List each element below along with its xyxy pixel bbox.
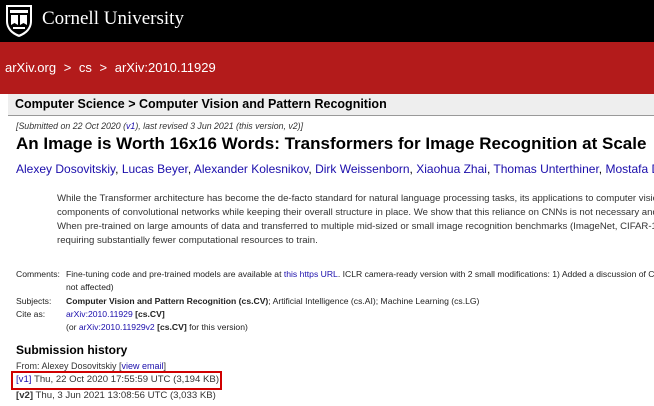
institution-name[interactable]: Cornell University	[42, 8, 184, 30]
comments-line-2: not affected)	[66, 282, 114, 292]
v2-version-tag: [v2]	[16, 390, 34, 401]
cite-v2-link[interactable]: arXiv:2010.11929v2	[79, 322, 155, 332]
view-email-link[interactable]: view email	[122, 361, 164, 371]
cite-value: arXiv:2010.11929 [cs.CV]	[66, 309, 165, 319]
subject-header-bar: Computer Science > Computer Vision and P…	[8, 94, 654, 116]
comments-label: Comments:	[16, 269, 60, 279]
author-link[interactable]: Thomas Unterthiner	[493, 162, 598, 176]
submission-note: [Submitted on 22 Oct 2020 (v1), last rev…	[16, 121, 304, 131]
code-url-link[interactable]: this https URL	[284, 269, 338, 279]
author-separator: ,	[115, 162, 122, 176]
author-link[interactable]: Dirk Weissenborn	[315, 162, 409, 176]
author-link[interactable]: Mostafa Deh	[605, 162, 654, 176]
arxiv-banner: arXiv.org > cs > arXiv:2010.11929	[0, 42, 654, 94]
comments-value: Fine-tuning code and pre-trained models …	[66, 269, 654, 279]
paper-title: An Image is Worth 16x16 Words: Transform…	[16, 134, 647, 153]
cornell-header: Cornell University	[0, 0, 654, 42]
author-link[interactable]: Lucas Beyer	[122, 162, 188, 176]
cite-id-link[interactable]: arXiv:2010.11929	[66, 309, 133, 319]
breadcrumb-paper-id: arXiv:2010.11929	[114, 60, 216, 75]
v1-link[interactable]: v1	[126, 121, 135, 131]
breadcrumb-separator: >	[63, 60, 72, 75]
breadcrumb: arXiv.org > cs > arXiv:2010.11929	[5, 60, 216, 75]
breadcrumb-separator: >	[99, 60, 108, 75]
abstract: While the Transformer architecture has b…	[57, 192, 654, 248]
abstract-line: components of convolutional networks whi…	[57, 207, 654, 218]
cornell-seal-icon[interactable]	[4, 3, 34, 38]
subjects-value: Computer Vision and Pattern Recognition …	[66, 296, 480, 306]
subject-header: Computer Science > Computer Vision and P…	[15, 97, 387, 111]
author-link[interactable]: Xiaohua Zhai	[416, 162, 487, 176]
cite-version-value: (or arXiv:2010.11929v2 [cs.CV] for this …	[66, 322, 248, 332]
author-link[interactable]: Alexey Dosovitskiy	[16, 162, 115, 176]
submission-from: From: Alexey Dosovitskiy [view email]	[16, 361, 167, 371]
submission-history-title: Submission history	[16, 343, 128, 357]
breadcrumb-arxiv[interactable]: arXiv.org	[5, 60, 56, 75]
breadcrumb-cs[interactable]: cs	[79, 60, 92, 75]
author-link[interactable]: Alexander Kolesnikov	[194, 162, 309, 176]
version-v2-entry: [v2] Thu, 3 Jun 2021 13:08:56 UTC (3,033…	[16, 390, 216, 401]
cite-label: Cite as:	[16, 309, 46, 319]
subjects-label: Subjects:	[16, 296, 52, 306]
abstract-line: When pre-trained on large amounts of dat…	[57, 221, 654, 232]
abstract-line: requiring substantially fewer computatio…	[57, 235, 318, 246]
v1-highlight-box	[11, 371, 222, 390]
author-list: Alexey Dosovitskiy, Lucas Beyer, Alexand…	[16, 162, 654, 176]
abstract-line: While the Transformer architecture has b…	[57, 193, 654, 204]
